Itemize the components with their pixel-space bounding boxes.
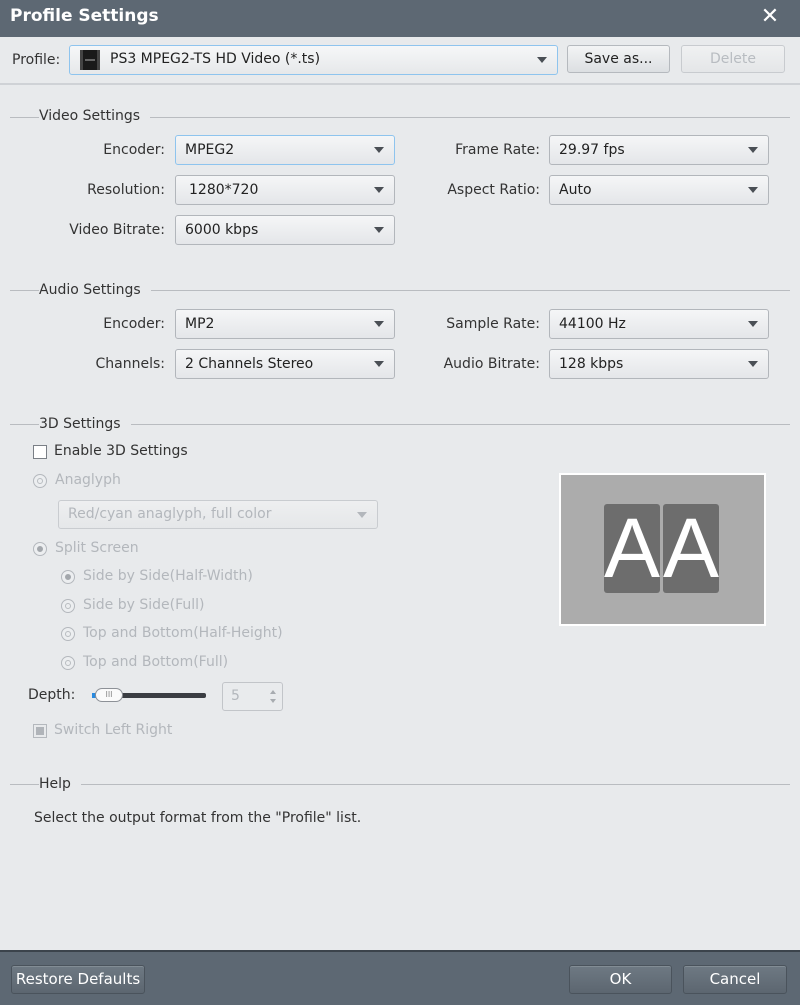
anaglyph-value: Red/cyan anaglyph, full color <box>68 506 272 522</box>
split-screen-radio[interactable] <box>33 542 47 556</box>
chevron-down-icon <box>748 187 758 193</box>
chevron-down-icon <box>374 147 384 153</box>
split-option-label[interactable]: Top and Bottom(Half-Height) <box>83 625 283 641</box>
enable-3d-label[interactable]: Enable 3D Settings <box>54 443 188 459</box>
chevron-down-icon <box>374 361 384 367</box>
film-icon <box>80 50 100 70</box>
3d-preview-canvas: A A <box>561 475 764 624</box>
channels-label: Channels: <box>95 356 166 372</box>
split-option-label[interactable]: Side by Side(Half-Width) <box>83 568 253 584</box>
chevron-down-icon <box>748 147 758 153</box>
spin-up-icon[interactable] <box>270 690 276 694</box>
anaglyph-radio[interactable] <box>33 474 47 488</box>
chevron-down-icon <box>357 511 367 518</box>
audio-bitrate-dropdown[interactable]: 128 kbps <box>549 349 769 379</box>
split-option-label[interactable]: Top and Bottom(Full) <box>83 654 228 670</box>
audio-encoder-value: MP2 <box>185 316 215 332</box>
aspect-ratio-value: Auto <box>559 182 592 198</box>
split-option-radio[interactable] <box>61 599 75 613</box>
depth-spinbox[interactable]: 5 <box>222 682 283 711</box>
resolution-value: 1280*720 <box>189 182 259 198</box>
help-section-divider <box>10 784 790 785</box>
sample-rate-label: Sample Rate: <box>446 316 540 332</box>
3d-preview: A A <box>559 473 766 626</box>
enable-3d-checkbox[interactable] <box>33 445 47 459</box>
footer-bar: Restore Defaults OK Cancel <box>0 950 800 1005</box>
sample-rate-value: 44100 Hz <box>559 316 626 332</box>
chevron-down-icon <box>374 321 384 327</box>
preview-letter-right: A <box>663 501 720 595</box>
audio-bitrate-label: Audio Bitrate: <box>443 356 540 372</box>
frame-rate-value: 29.97 fps <box>559 142 625 158</box>
anaglyph-dropdown[interactable]: Red/cyan anaglyph, full color <box>58 500 378 529</box>
resolution-label: Resolution: <box>87 182 165 198</box>
3d-settings-title: 3D Settings <box>39 416 131 432</box>
preview-letter-left: A <box>604 501 661 595</box>
delete-button[interactable]: Delete <box>681 45 785 73</box>
video-bitrate-value: 6000 kbps <box>185 222 259 238</box>
frame-rate-label: Frame Rate: <box>455 142 540 158</box>
depth-value: 5 <box>231 688 240 704</box>
switch-left-right-checkbox[interactable] <box>33 724 47 738</box>
video-bitrate-dropdown[interactable]: 6000 kbps <box>175 215 395 245</box>
help-title: Help <box>39 776 81 792</box>
split-screen-label[interactable]: Split Screen <box>55 540 139 556</box>
help-text: Select the output format from the "Profi… <box>34 810 362 826</box>
window-title: Profile Settings <box>10 6 159 26</box>
audio-encoder-dropdown[interactable]: MP2 <box>175 309 395 339</box>
audio-bitrate-value: 128 kbps <box>559 356 624 372</box>
title-bar: Profile Settings ✕ <box>0 0 800 37</box>
restore-defaults-button[interactable]: Restore Defaults <box>11 965 145 994</box>
split-option-radio[interactable] <box>61 627 75 641</box>
profile-label: Profile: <box>12 52 61 68</box>
video-encoder-label: Encoder: <box>103 142 165 158</box>
aspect-ratio-dropdown[interactable]: Auto <box>549 175 769 205</box>
profile-value: PS3 MPEG2-TS HD Video (*.ts) <box>110 51 321 67</box>
switch-left-right-label[interactable]: Switch Left Right <box>54 722 172 738</box>
video-encoder-dropdown[interactable]: MPEG2 <box>175 135 395 165</box>
channels-dropdown[interactable]: 2 Channels Stereo <box>175 349 395 379</box>
frame-rate-dropdown[interactable]: 29.97 fps <box>549 135 769 165</box>
split-option-radio[interactable] <box>61 570 75 584</box>
depth-label: Depth: <box>28 687 76 703</box>
profile-dropdown[interactable]: PS3 MPEG2-TS HD Video (*.ts) <box>69 45 558 75</box>
anaglyph-label[interactable]: Anaglyph <box>55 472 121 488</box>
channels-value: 2 Channels Stereo <box>185 356 314 372</box>
video-bitrate-label: Video Bitrate: <box>69 222 165 238</box>
video-settings-title: Video Settings <box>39 108 151 124</box>
video-encoder-value: MPEG2 <box>185 142 235 158</box>
resolution-dropdown[interactable]: 1280*720 <box>175 175 395 205</box>
spin-down-icon[interactable] <box>270 699 276 703</box>
chevron-down-icon <box>748 321 758 327</box>
ok-button[interactable]: OK <box>569 965 672 994</box>
profile-row: Profile: PS3 MPEG2-TS HD Video (*.ts) Sa… <box>0 37 800 85</box>
sample-rate-dropdown[interactable]: 44100 Hz <box>549 309 769 339</box>
chevron-down-icon <box>374 187 384 193</box>
chevron-down-icon <box>374 227 384 233</box>
split-option-label[interactable]: Side by Side(Full) <box>83 597 205 613</box>
close-icon[interactable]: ✕ <box>758 5 782 29</box>
split-option-radio[interactable] <box>61 656 75 670</box>
aspect-ratio-label: Aspect Ratio: <box>447 182 540 198</box>
audio-settings-title: Audio Settings <box>39 282 151 298</box>
cancel-button[interactable]: Cancel <box>683 965 787 994</box>
depth-slider-thumb[interactable]: III <box>95 688 123 702</box>
chevron-down-icon <box>537 57 547 63</box>
audio-encoder-label: Encoder: <box>103 316 165 332</box>
save-as-button[interactable]: Save as... <box>567 45 670 73</box>
chevron-down-icon <box>748 361 758 367</box>
